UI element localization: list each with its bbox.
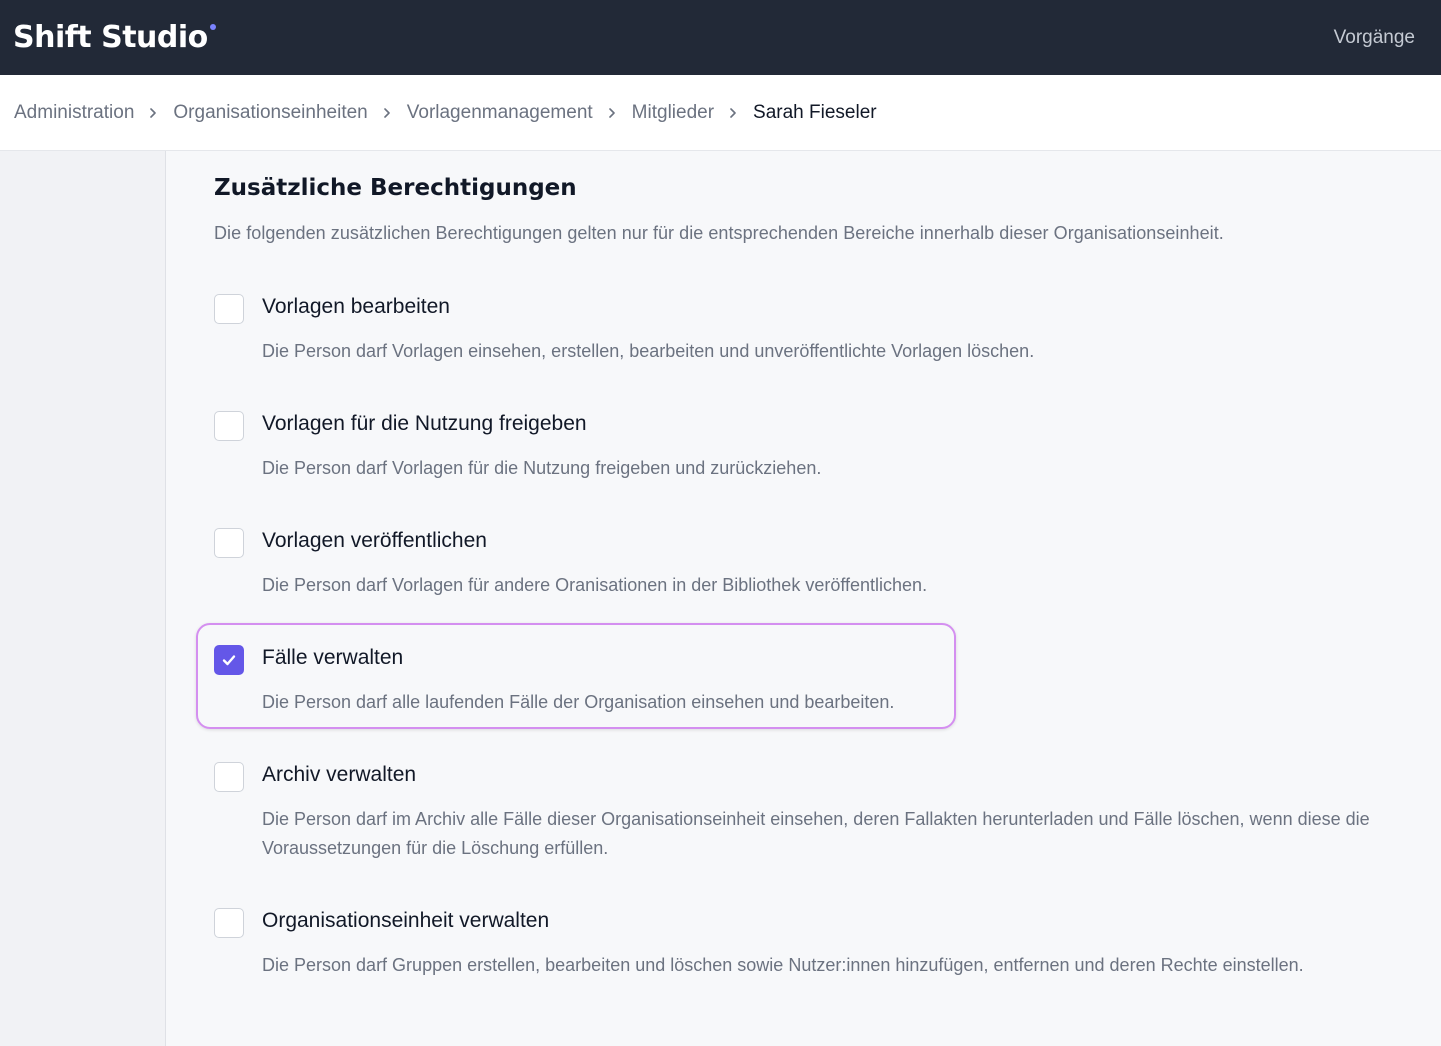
permission-label[interactable]: Fälle verwalten [262,646,403,670]
top-bar: Shift Studio Vorgänge [0,0,1441,75]
permission-description: Die Person darf alle laufenden Fälle der… [262,692,895,712]
breadcrumb-administration[interactable]: Administration [14,102,134,124]
permission-label[interactable]: Vorlagen bearbeiten [262,295,450,319]
main-content: Zusätzliche Berechtigungen Die folgenden… [166,151,1441,1046]
brand-dot-icon [209,24,216,30]
breadcrumb-organisationseinheiten[interactable]: Organisationseinheiten [173,102,367,124]
permission-label[interactable]: Organisationseinheit verwalten [262,909,549,933]
permission-description: Die Person darf im Archiv alle Fälle die… [262,809,1370,858]
breadcrumb: Administration Organisationseinheiten Vo… [0,75,1441,151]
section-title: Zusätzliche Berechtigungen [214,175,577,201]
permission-description: Die Person darf Vorlagen für die Nutzung… [262,458,822,478]
permission-description: Die Person darf Vorlagen einsehen, erste… [262,341,1035,361]
nav-vorgaenge[interactable]: Vorgänge [1334,27,1415,49]
permission-label[interactable]: Vorlagen veröffentlichen [262,529,487,553]
permission-checkbox[interactable] [214,645,244,675]
chevron-right-icon [728,107,738,118]
permission-label[interactable]: Archiv verwalten [262,763,416,787]
brand-logo[interactable]: Shift Studio [13,20,216,55]
chevron-right-icon [607,107,617,118]
permission-checkbox[interactable] [214,762,244,792]
breadcrumb-vorlagenmanagement[interactable]: Vorlagenmanagement [407,102,593,124]
section-description: Die folgenden zusätzlichen Berechtigunge… [214,223,1224,243]
permission-description: Die Person darf Vorlagen für andere Oran… [262,575,928,595]
chevron-right-icon [148,107,158,118]
sidebar [0,151,166,1046]
chevron-right-icon [382,107,392,118]
checkmark-icon [222,655,236,666]
permission-checkbox[interactable] [214,411,244,441]
brand-name: Shift Studio [13,20,208,55]
content-layout: Zusätzliche Berechtigungen Die folgenden… [0,151,1441,1046]
breadcrumb-current-user: Sarah Fieseler [753,101,877,123]
permission-label[interactable]: Vorlagen für die Nutzung freigeben [262,412,587,436]
permission-checkbox[interactable] [214,294,244,324]
permission-description: Die Person darf Gruppen erstellen, bearb… [262,955,1304,975]
permission-checkbox[interactable] [214,908,244,938]
breadcrumb-mitglieder[interactable]: Mitglieder [632,102,714,124]
permission-checkbox[interactable] [214,528,244,558]
